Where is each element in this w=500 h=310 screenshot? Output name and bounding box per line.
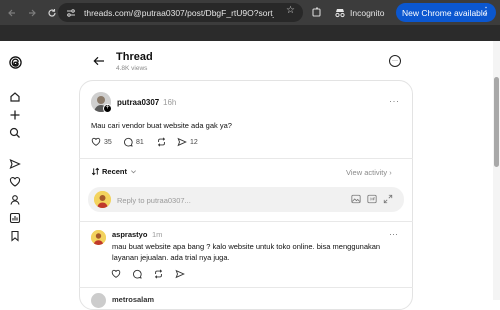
address-bar[interactable]: threads.com/@putraa0307/post/DbgF_rtU9O?… bbox=[58, 3, 303, 22]
update-label: New Chrome available bbox=[402, 7, 488, 18]
comment-username[interactable]: asprastyo bbox=[112, 230, 147, 239]
page-title: Thread bbox=[116, 51, 153, 63]
view-count: 4.8K views bbox=[116, 65, 148, 72]
image-icon[interactable] bbox=[351, 194, 361, 204]
back-arrow-icon[interactable] bbox=[93, 55, 107, 69]
incognito-indicator[interactable]: Incognito bbox=[334, 4, 385, 21]
extensions-icon[interactable] bbox=[311, 6, 323, 18]
comment-count: 81 bbox=[136, 138, 144, 146]
current-user-avatar bbox=[94, 191, 111, 208]
view-activity-label: View activity bbox=[346, 168, 388, 177]
home-icon[interactable] bbox=[8, 90, 22, 104]
search-icon[interactable] bbox=[8, 126, 22, 140]
send-icon[interactable] bbox=[8, 157, 22, 171]
new-chrome-available-button[interactable]: New Chrome available ⋮ bbox=[396, 3, 496, 22]
heart-icon bbox=[91, 137, 101, 146]
forward-arrow-icon[interactable] bbox=[22, 0, 42, 25]
sort-icon bbox=[91, 167, 100, 176]
comment-more-icon[interactable]: ··· bbox=[389, 229, 398, 239]
toolbar-strip bbox=[0, 25, 500, 41]
chrome-menu-icon[interactable]: ⋮ bbox=[481, 6, 491, 17]
repost-icon bbox=[157, 137, 166, 147]
post-text: Mau cari vendor buat website ada gak ya? bbox=[91, 121, 232, 130]
heart-icon[interactable] bbox=[111, 269, 121, 279]
threads-logo-icon[interactable] bbox=[8, 55, 22, 69]
repost-icon[interactable] bbox=[153, 269, 164, 279]
incognito-label: Incognito bbox=[350, 7, 385, 18]
divider bbox=[79, 158, 413, 159]
more-options-icon[interactable]: ··· bbox=[389, 55, 401, 67]
saved-bookmark-icon[interactable] bbox=[8, 229, 22, 243]
insights-icon[interactable] bbox=[8, 211, 22, 225]
site-settings-icon[interactable] bbox=[64, 6, 78, 20]
comment-timestamp[interactable]: 1m bbox=[152, 230, 162, 239]
comment-icon bbox=[124, 137, 133, 147]
comment-text: mau buat website apa bang ? kalo website… bbox=[112, 242, 381, 262]
share-button[interactable]: 12 bbox=[177, 137, 198, 147]
comment-actions bbox=[111, 269, 185, 279]
repost-button[interactable] bbox=[156, 137, 170, 147]
view-activity-link[interactable]: View activity › bbox=[346, 168, 392, 177]
follow-plus-icon[interactable]: + bbox=[103, 104, 112, 113]
post-more-icon[interactable]: ··· bbox=[389, 96, 400, 106]
divider bbox=[79, 287, 413, 288]
bookmark-star-icon[interactable]: ☆ bbox=[286, 5, 295, 16]
chevron-down-icon bbox=[131, 170, 137, 174]
sort-label: Recent bbox=[102, 167, 128, 176]
post-username[interactable]: putraa0307 bbox=[117, 98, 159, 107]
incognito-icon bbox=[335, 8, 345, 17]
scrollbar[interactable] bbox=[493, 41, 500, 300]
post-timestamp[interactable]: 16h bbox=[163, 98, 176, 107]
browser-toolbar: threads.com/@putraa0307/post/DbgF_rtU9O?… bbox=[0, 0, 500, 25]
back-arrow-icon[interactable] bbox=[2, 0, 22, 25]
like-button[interactable]: 35 bbox=[91, 137, 112, 147]
reply-placeholder[interactable]: Reply to putraa0307... bbox=[117, 196, 191, 205]
profile-icon[interactable] bbox=[8, 193, 22, 207]
like-count: 35 bbox=[104, 138, 112, 146]
sort-dropdown[interactable]: Recent bbox=[91, 167, 137, 176]
next-comment-avatar[interactable] bbox=[91, 293, 106, 308]
chevron-right-icon: › bbox=[389, 168, 392, 177]
heart-icon[interactable] bbox=[8, 175, 22, 189]
send-icon bbox=[177, 137, 187, 147]
send-icon[interactable] bbox=[175, 269, 185, 279]
create-plus-icon[interactable] bbox=[8, 108, 22, 122]
reply-attachments bbox=[351, 194, 393, 204]
expand-icon[interactable] bbox=[383, 194, 393, 204]
comment-icon[interactable] bbox=[132, 269, 142, 279]
scrollbar-thumb[interactable] bbox=[494, 77, 499, 167]
share-count: 12 bbox=[190, 138, 198, 146]
url-text[interactable]: threads.com/@putraa0307/post/DbgF_rtU9O?… bbox=[84, 8, 274, 18]
gif-icon[interactable] bbox=[367, 194, 377, 204]
comment-avatar[interactable] bbox=[91, 230, 106, 245]
divider bbox=[79, 221, 413, 222]
comment-button[interactable]: 81 bbox=[123, 137, 144, 147]
